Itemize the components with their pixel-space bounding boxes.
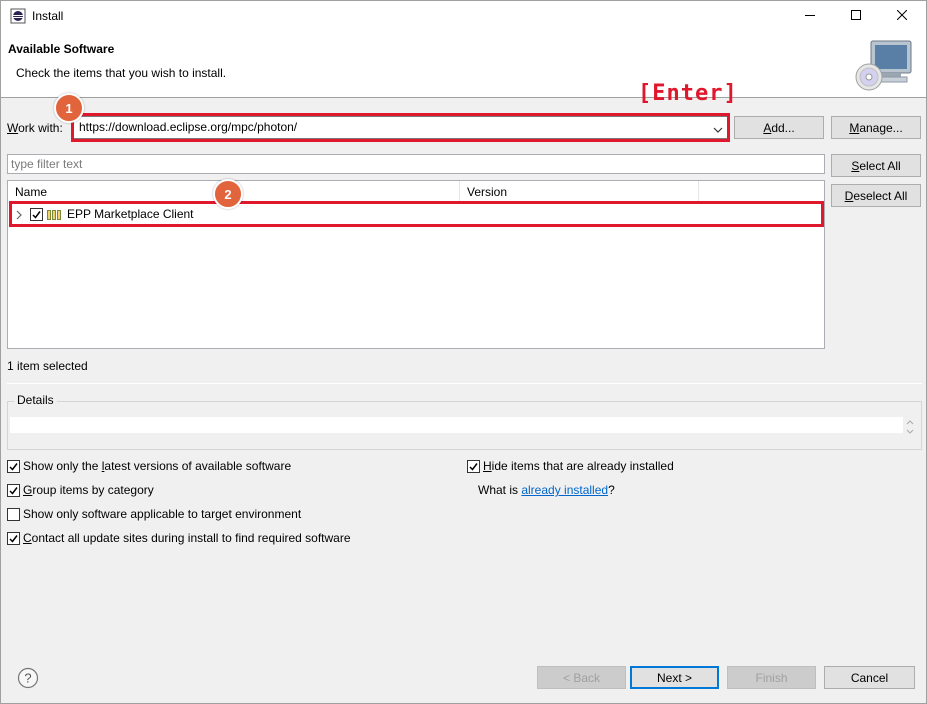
wizard-header: Available Software Check the items that …: [1, 31, 926, 98]
latest-versions-label: Show only the latest versions of availab…: [23, 459, 292, 473]
hide-installed-label: Hide items that are already installed: [483, 459, 674, 473]
latest-versions-checkbox[interactable]: [7, 460, 20, 473]
highlight-tree-row: [9, 201, 824, 227]
deselect-all-button[interactable]: Deselect All: [831, 184, 921, 207]
finish-button[interactable]: Finish: [727, 666, 816, 689]
install-dialog: Install Available Software Check the ite…: [0, 0, 927, 704]
minimize-icon: [805, 9, 815, 23]
title-bar: Install: [1, 1, 926, 31]
work-with-label: Work with:: [7, 121, 63, 135]
add-button[interactable]: Add...: [734, 116, 824, 139]
target-environment-label: Show only software applicable to target …: [23, 507, 302, 521]
maximize-button[interactable]: [833, 1, 879, 31]
what-is-installed-text: What is already installed?: [478, 483, 615, 497]
page-title: Available Software: [8, 42, 115, 56]
step-badge-2: 2: [213, 179, 243, 209]
manage-button[interactable]: Manage...: [831, 116, 921, 139]
minimize-button[interactable]: [787, 1, 833, 31]
close-button[interactable]: [879, 1, 925, 31]
group-by-category-label: Group items by category: [23, 483, 154, 497]
install-wizard-icon: [853, 37, 915, 93]
filter-field[interactable]: [7, 154, 825, 174]
hide-installed-checkbox[interactable]: [467, 460, 480, 473]
step-badge-1: 1: [54, 93, 84, 123]
svg-text:?: ?: [24, 671, 31, 686]
maximize-icon: [851, 9, 861, 23]
selection-status: 1 item selected: [7, 359, 88, 373]
close-icon: [896, 9, 908, 23]
enter-key-note: [Enter]: [638, 81, 738, 106]
column-header-version[interactable]: Version: [460, 181, 699, 202]
details-group: Details: [7, 393, 922, 450]
next-button[interactable]: Next >: [630, 666, 719, 689]
help-icon[interactable]: ?: [17, 667, 39, 689]
group-by-category-checkbox[interactable]: [7, 484, 20, 497]
column-header-extra[interactable]: [699, 181, 824, 202]
page-description: Check the items that you wish to install…: [16, 66, 227, 80]
details-scrollbar[interactable]: [905, 417, 917, 437]
cancel-button[interactable]: Cancel: [824, 666, 915, 689]
filter-input[interactable]: [8, 155, 824, 173]
select-all-button[interactable]: Select All: [831, 154, 921, 177]
already-installed-link[interactable]: already installed: [521, 483, 608, 497]
target-environment-checkbox[interactable]: [7, 508, 20, 521]
separator: [7, 383, 922, 384]
contact-update-sites-label: Contact all update sites during install …: [23, 531, 351, 545]
contact-update-sites-checkbox[interactable]: [7, 532, 20, 545]
details-label: Details: [14, 393, 57, 407]
details-text: [10, 417, 903, 433]
back-button[interactable]: < Back: [537, 666, 626, 689]
highlight-work-with: [71, 113, 730, 142]
tree-header: Name Version: [8, 181, 824, 203]
eclipse-app-icon: [10, 8, 26, 24]
window-title: Install: [32, 9, 64, 23]
